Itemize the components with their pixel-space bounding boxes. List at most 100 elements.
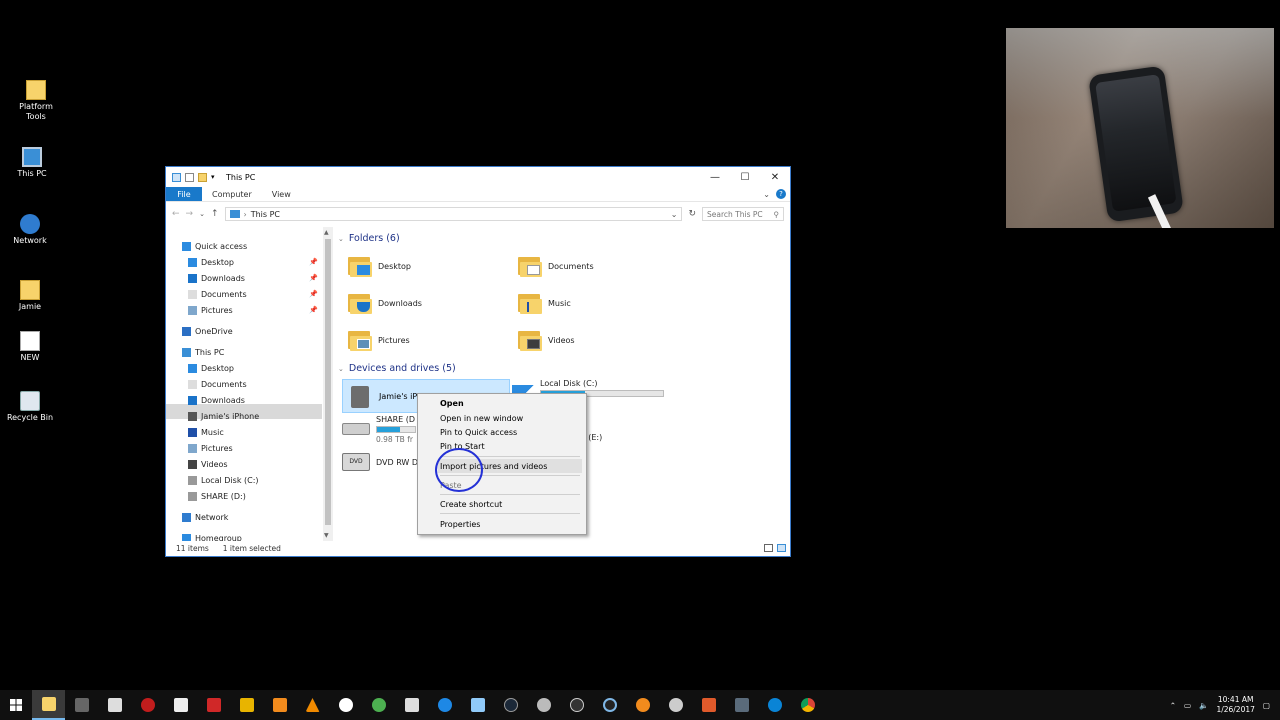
taskbar-app-13[interactable] <box>428 690 461 720</box>
maximize-button[interactable]: ☐ <box>730 167 760 187</box>
sidebar-item-music[interactable]: Music <box>188 425 322 439</box>
taskbar-app-22[interactable] <box>725 690 758 720</box>
menu-item-open[interactable]: Open <box>440 396 464 410</box>
taskbar-app-11[interactable] <box>362 690 395 720</box>
breadcrumb-separator-icon[interactable]: › <box>244 210 247 219</box>
sidebar-item-share-d[interactable]: SHARE (D:) <box>188 489 322 503</box>
taskbar-calculator[interactable] <box>395 690 428 720</box>
tab-view[interactable]: View <box>262 187 301 201</box>
close-button[interactable]: ✕ <box>760 167 790 187</box>
taskbar-vlc[interactable] <box>296 690 329 720</box>
taskbar-app-8[interactable] <box>263 690 296 720</box>
sidebar-item-downloads[interactable]: Downloads <box>188 393 322 407</box>
sidebar-item-network[interactable]: Network <box>182 510 322 524</box>
forward-icon[interactable]: → <box>186 209 194 219</box>
tab-file[interactable]: File <box>166 187 202 201</box>
chevron-down-icon[interactable]: ⌄ <box>338 235 344 243</box>
taskbar-chrome[interactable] <box>791 690 824 720</box>
chevron-down-icon[interactable]: ⌄ <box>338 365 344 373</box>
sidebar-item-desktop[interactable]: Desktop <box>188 361 322 375</box>
taskbar-itunes[interactable] <box>329 690 362 720</box>
folder-music[interactable]: Music <box>518 292 571 314</box>
sidebar-item-this-pc[interactable]: This PC <box>182 345 322 359</box>
desktop-icon-new[interactable]: NEW <box>0 331 60 363</box>
nav-scrollbar[interactable]: ▲ ▼ <box>323 227 333 541</box>
taskbar-app-2[interactable] <box>65 690 98 720</box>
desktop-icon-jamie[interactable]: Jamie <box>0 280 60 312</box>
volume-icon[interactable]: 🔈 <box>1199 701 1208 710</box>
taskbar-steam[interactable] <box>494 690 527 720</box>
taskbar-app-23[interactable] <box>758 690 791 720</box>
recent-locations-icon[interactable]: ⌄ <box>199 210 205 218</box>
sidebar-item-videos[interactable]: Videos <box>188 457 322 471</box>
sidebar-item-jamie-s-iphone[interactable]: Jamie's iPhone <box>188 409 322 423</box>
search-input[interactable]: Search This PC ⚲ <box>702 207 784 221</box>
desktop-icon-recycle-bin[interactable]: Recycle Bin <box>0 391 60 423</box>
scroll-down-icon[interactable]: ▼ <box>324 532 329 539</box>
title-bar[interactable]: ▾ This PC — ☐ ✕ <box>166 167 790 187</box>
breadcrumb[interactable]: This PC <box>251 210 280 219</box>
folder-downloads[interactable]: Downloads <box>348 292 422 314</box>
sidebar-item-onedrive[interactable]: OneDrive <box>182 324 322 338</box>
chevron-down-icon[interactable]: ▾ <box>211 173 220 182</box>
drive-share-d[interactable]: SHARE (D 0.98 TB fr <box>342 415 416 444</box>
devices-group-header[interactable]: ⌄ Devices and drives (5) <box>338 363 456 374</box>
taskbar-app-6[interactable] <box>197 690 230 720</box>
menu-item-open-new-window[interactable]: Open in new window <box>440 411 523 425</box>
help-icon[interactable]: ? <box>776 189 786 199</box>
sidebar-item-local-disk-c[interactable]: Local Disk (C:) <box>188 473 322 487</box>
taskbar-app-18[interactable] <box>593 690 626 720</box>
drive-dvd-rw[interactable]: DVD DVD RW D <box>342 453 418 471</box>
clock[interactable]: 10:41 AM 1/26/2017 <box>1216 695 1254 715</box>
details-view-icon[interactable] <box>764 544 773 552</box>
folders-group-header[interactable]: ⌄ Folders (6) <box>338 233 400 244</box>
scroll-up-icon[interactable]: ▲ <box>324 229 329 236</box>
scrollbar-thumb[interactable] <box>325 239 331 525</box>
folder-label: Videos <box>548 335 575 345</box>
taskbar-app-3[interactable] <box>98 690 131 720</box>
folder-videos[interactable]: Videos <box>518 329 575 351</box>
folder-desktop[interactable]: Desktop <box>348 255 411 277</box>
large-icons-view-icon[interactable] <box>777 544 786 552</box>
chevron-up-icon[interactable]: ⌃ <box>1170 701 1176 710</box>
taskbar-file-explorer[interactable] <box>32 690 65 720</box>
refresh-icon[interactable]: ↻ <box>688 209 696 219</box>
menu-item-create-shortcut[interactable]: Create shortcut <box>440 497 502 511</box>
taskbar-app-5[interactable] <box>164 690 197 720</box>
sidebar-item-documents[interactable]: Documents <box>188 377 322 391</box>
sidebar-item-pictures[interactable]: Pictures <box>188 441 322 455</box>
taskbar-app-7[interactable] <box>230 690 263 720</box>
desktop-icon-network[interactable]: Network <box>0 214 60 246</box>
folder-pictures[interactable]: Pictures <box>348 329 410 351</box>
taskbar-app-16[interactable] <box>527 690 560 720</box>
taskbar-app-20[interactable] <box>659 690 692 720</box>
address-bar[interactable]: › This PC ⌄ <box>224 207 683 221</box>
tab-computer[interactable]: Computer <box>202 187 262 201</box>
taskbar-app-19[interactable] <box>626 690 659 720</box>
start-button[interactable] <box>0 690 32 720</box>
taskbar-app-17[interactable] <box>560 690 593 720</box>
menu-item-pin-quick-access[interactable]: Pin to Quick access <box>440 425 517 439</box>
desktop-icon-this-pc[interactable]: This PC <box>2 147 62 179</box>
sidebar-item-quick-access[interactable]: Quick access <box>182 239 322 253</box>
app-icon <box>569 698 584 712</box>
folder-documents[interactable]: Documents <box>518 255 594 277</box>
expand-ribbon-icon[interactable]: ⌄ <box>763 190 770 199</box>
new-folder-icon[interactable] <box>198 172 207 182</box>
taskbar-app-4[interactable] <box>131 690 164 720</box>
taskbar-app-21[interactable] <box>692 690 725 720</box>
desktop-icon-platform-tools[interactable]: Platform Tools <box>6 80 66 122</box>
action-center-icon[interactable]: ▢ <box>1263 701 1270 710</box>
taskbar-app-14[interactable] <box>461 690 494 720</box>
sidebar-item-desktop[interactable]: Desktop 📌 <box>188 255 322 269</box>
address-dropdown-icon[interactable]: ⌄ <box>671 210 678 219</box>
back-icon[interactable]: ← <box>172 209 180 219</box>
minimize-button[interactable]: — <box>700 167 730 187</box>
sidebar-item-downloads[interactable]: Downloads 📌 <box>188 271 322 285</box>
sidebar-item-pictures[interactable]: Pictures 📌 <box>188 303 322 317</box>
sidebar-item-documents[interactable]: Documents 📌 <box>188 287 322 301</box>
menu-item-properties[interactable]: Properties <box>440 517 480 531</box>
network-tray-icon[interactable]: ▭ <box>1184 701 1191 710</box>
properties-icon[interactable] <box>185 172 194 182</box>
up-icon[interactable]: ↑ <box>211 209 219 219</box>
